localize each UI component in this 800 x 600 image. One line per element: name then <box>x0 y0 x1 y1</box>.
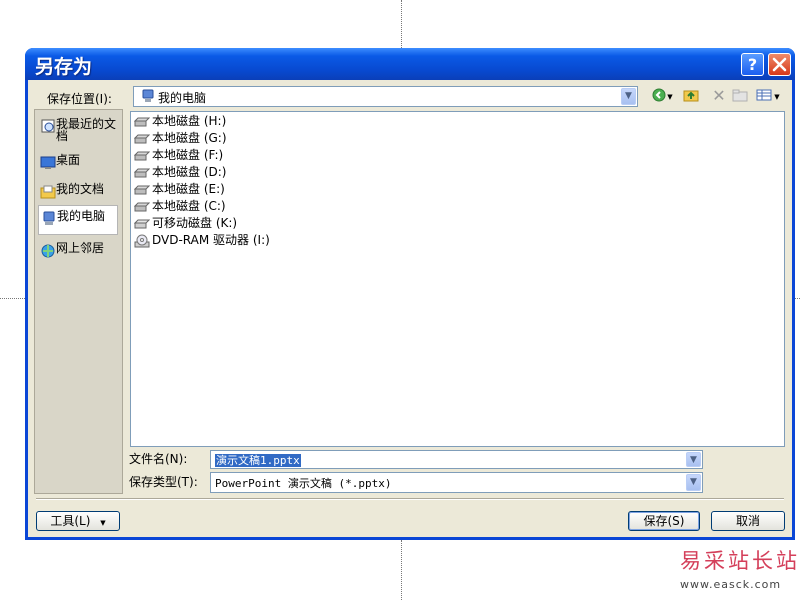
save-as-dialog: 另存为 ? 保存位置(I): 我的电脑 ▼ ▼ ✕ ▼ 我最近的文档 桌面 我的… <box>25 48 795 540</box>
dialog-body: 保存位置(I): 我的电脑 ▼ ▼ ✕ ▼ 我最近的文档 桌面 我的文档 我的电… <box>28 80 792 537</box>
chevron-down-icon: ▼ <box>100 519 106 527</box>
place-label: 我的文档 <box>56 182 105 196</box>
delete-icon[interactable]: ✕ <box>710 88 728 104</box>
hard-disk-icon <box>134 185 150 194</box>
dvd-drive-icon <box>134 234 150 247</box>
my-computer-icon <box>142 89 154 102</box>
place-desktop[interactable]: 桌面 <box>38 150 118 177</box>
place-my-documents[interactable]: 我的文档 <box>38 179 118 206</box>
chevron-down-icon[interactable]: ▼ <box>621 88 636 105</box>
place-my-computer[interactable]: 我的电脑 <box>38 205 118 235</box>
back-arrow-shape <box>652 88 666 102</box>
new-folder-icon[interactable] <box>731 88 749 104</box>
filename-field[interactable]: 演示文稿1.pptx ▼ <box>210 450 703 469</box>
lookin-label: 保存位置(I): <box>47 92 112 106</box>
dialog-title: 另存为 <box>35 56 93 78</box>
chevron-down-icon[interactable]: ▼ <box>686 452 701 467</box>
up-folder-shape <box>683 90 699 102</box>
filetype-label: 保存类型(T): <box>129 475 198 489</box>
my-documents-icon <box>40 185 56 199</box>
place-label: 网上邻居 <box>56 241 105 255</box>
guide-line-left <box>0 298 25 299</box>
place-label: 我最近的文档 <box>56 117 117 143</box>
views-icon[interactable] <box>755 88 773 104</box>
list-item[interactable]: 本地磁盘 (E:) <box>134 181 225 197</box>
filename-value-wrap: 演示文稿1.pptx <box>215 452 301 468</box>
lookin-value: 我的电脑 <box>158 91 207 105</box>
hard-disk-icon <box>134 168 150 177</box>
place-label: 桌面 <box>56 153 81 167</box>
up-folder-icon[interactable] <box>682 88 700 104</box>
places-bar: 我最近的文档 桌面 我的文档 我的电脑 网上邻居 <box>34 109 123 494</box>
my-computer-icon <box>43 211 55 225</box>
recent-documents-icon <box>41 119 55 133</box>
drive-label: 本地磁盘 (F:) <box>152 148 224 162</box>
new-folder-shape <box>732 89 748 102</box>
drive-label: 可移动磁盘 (K:) <box>152 216 238 230</box>
list-item[interactable]: 本地磁盘 (G:) <box>134 130 227 146</box>
desktop-icon <box>40 156 56 169</box>
file-list[interactable]: 本地磁盘 (H:) 本地磁盘 (G:) 本地磁盘 (F:) 本地磁盘 (D:) … <box>130 111 785 447</box>
title-bar[interactable]: 另存为 ? <box>25 48 795 80</box>
close-icon <box>772 57 787 72</box>
drive-label: 本地磁盘 (H:) <box>152 114 227 128</box>
tools-button[interactable]: 工具(L) ▼ <box>36 511 120 531</box>
hard-disk-icon <box>134 202 150 211</box>
lookin-select[interactable]: 我的电脑 ▼ <box>133 86 638 107</box>
drive-label: 本地磁盘 (D:) <box>152 165 227 179</box>
views-grid-shape <box>756 89 772 101</box>
hard-disk-icon <box>134 151 150 160</box>
hard-disk-icon <box>134 134 150 143</box>
drive-label: 本地磁盘 (G:) <box>152 131 227 145</box>
filetype-value: PowerPoint 演示文稿 (*.pptx) <box>215 477 392 490</box>
drive-label: 本地磁盘 (E:) <box>152 182 225 196</box>
list-item[interactable]: 本地磁盘 (C:) <box>134 198 226 214</box>
watermark-url: www.easck.com <box>680 578 782 591</box>
list-item[interactable]: 可移动磁盘 (K:) <box>134 215 237 231</box>
guide-line-right <box>795 298 800 299</box>
list-item[interactable]: DVD-RAM 驱动器 (I:) <box>134 232 270 248</box>
hard-disk-icon <box>134 117 150 126</box>
guide-line-bottom <box>401 540 402 600</box>
back-dropdown-icon[interactable]: ▼ <box>666 88 674 104</box>
watermark-brand: 易采站长站 <box>680 549 800 573</box>
place-recent-documents[interactable]: 我最近的文档 <box>38 113 118 145</box>
help-button[interactable]: ? <box>741 53 764 76</box>
filename-value: 演示文稿1.pptx <box>215 454 301 467</box>
network-places-icon <box>41 244 55 258</box>
filetype-select[interactable]: PowerPoint 演示文稿 (*.pptx) ▼ <box>210 472 703 493</box>
cancel-button[interactable]: 取消 <box>711 511 785 531</box>
drive-label: DVD-RAM 驱动器 (I:) <box>152 233 270 247</box>
removable-disk-icon <box>134 219 150 228</box>
list-item[interactable]: 本地磁盘 (H:) <box>134 113 226 129</box>
guide-line-top <box>401 0 402 48</box>
list-item[interactable]: 本地磁盘 (D:) <box>134 164 226 180</box>
list-item[interactable]: 本地磁盘 (F:) <box>134 147 223 163</box>
chevron-down-icon[interactable]: ▼ <box>686 474 701 491</box>
close-button[interactable] <box>768 53 791 76</box>
watermark: 易采站长站 www.easck.com <box>680 545 800 591</box>
separator <box>36 498 784 500</box>
views-dropdown-icon[interactable]: ▼ <box>773 88 781 104</box>
place-network[interactable]: 网上邻居 <box>38 238 118 265</box>
save-button[interactable]: 保存(S) <box>628 511 700 531</box>
place-label: 我的电脑 <box>57 209 106 223</box>
filename-label: 文件名(N): <box>129 452 188 466</box>
tools-button-label: 工具(L) <box>50 514 91 528</box>
drive-label: 本地磁盘 (C:) <box>152 199 226 213</box>
